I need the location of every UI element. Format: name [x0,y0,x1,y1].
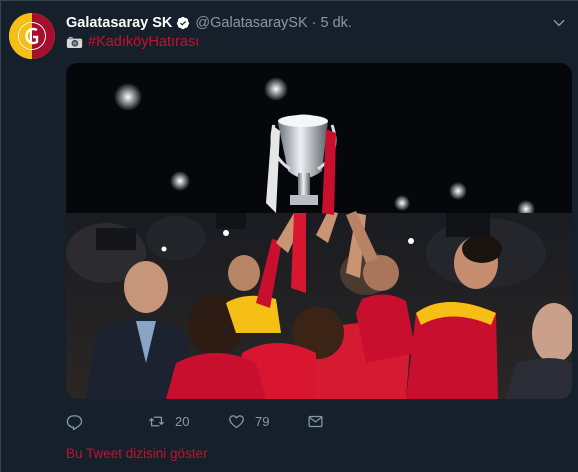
camera-icon [66,36,83,48]
reply-button[interactable] [66,413,93,430]
reply-icon [66,415,83,430]
hashtag-link[interactable]: #KadıköyHatırası [88,34,199,50]
avatar[interactable] [9,13,55,59]
retweet-count: 20 [175,414,190,429]
heart-icon [229,415,244,429]
tweet-card[interactable]: Galatasaray SK @GalatasaraySK · 5 dk. #K… [0,0,578,472]
envelope-icon [308,415,323,428]
tweet-photo[interactable] [66,63,572,399]
separator-dot: · [311,15,317,31]
galatasaray-logo-icon [9,13,55,59]
show-thread-link[interactable]: Bu Tweet dizisini göster [66,446,208,461]
like-button[interactable]: 79 [228,413,269,430]
trophy-celebration-photo [66,63,572,399]
retweet-button[interactable]: 20 [148,413,189,430]
tweet-text: #KadıköyHatırası [66,34,199,50]
dm-button[interactable] [307,413,324,430]
like-count: 79 [255,414,270,429]
chevron-down-icon[interactable] [552,16,566,30]
retweet-icon [148,416,165,427]
display-name[interactable]: Galatasaray SK [66,15,172,31]
tweet-header: Galatasaray SK @GalatasaraySK · 5 dk. [66,13,352,33]
verified-badge-icon [177,16,190,30]
handle[interactable]: @GalatasaraySK [195,15,307,31]
timestamp[interactable]: 5 dk. [321,15,352,31]
tweet-actions: 20 79 [66,413,506,433]
